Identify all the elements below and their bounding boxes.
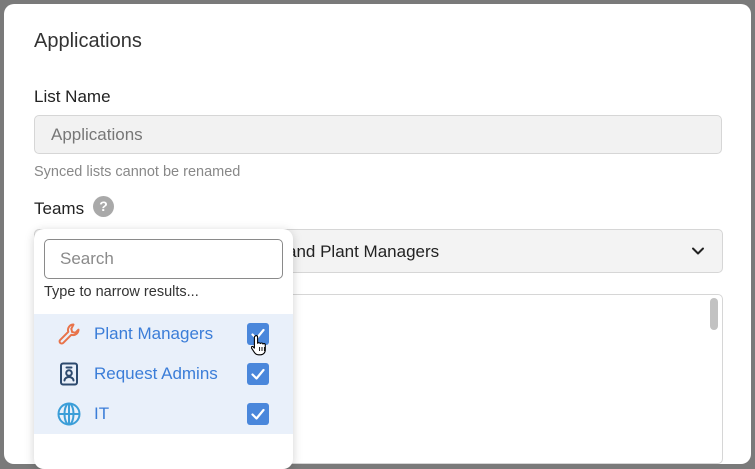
modal-title: Applications (34, 30, 142, 52)
option-request-admins[interactable]: Request Admins (34, 354, 293, 394)
checkmark-icon (251, 408, 265, 420)
checkbox-checked[interactable] (247, 403, 269, 425)
list-name-help-text: Synced lists cannot be renamed (34, 164, 241, 180)
option-label: Request Admins (94, 364, 218, 383)
scrollbar-thumb[interactable] (710, 298, 718, 330)
question-mark-icon[interactable]: ? (93, 196, 114, 217)
chevron-down-icon (692, 247, 704, 255)
option-label: Plant Managers (94, 324, 214, 343)
teams-selected-value: and Plant Managers (287, 242, 440, 261)
globe-icon (57, 402, 81, 426)
teams-label: Teams (34, 199, 85, 218)
checkmark-icon (251, 368, 265, 380)
option-label: IT (94, 404, 110, 423)
search-hint: Type to narrow results... (44, 284, 199, 300)
list-name-label: List Name (34, 87, 111, 106)
checkbox-checked[interactable] (247, 363, 269, 385)
hand-cursor-icon (251, 334, 266, 356)
search-input[interactable] (44, 239, 283, 279)
list-name-input[interactable] (34, 115, 722, 154)
id-badge-icon (60, 362, 78, 386)
option-it[interactable]: IT (34, 394, 293, 434)
wrench-icon (58, 323, 80, 345)
